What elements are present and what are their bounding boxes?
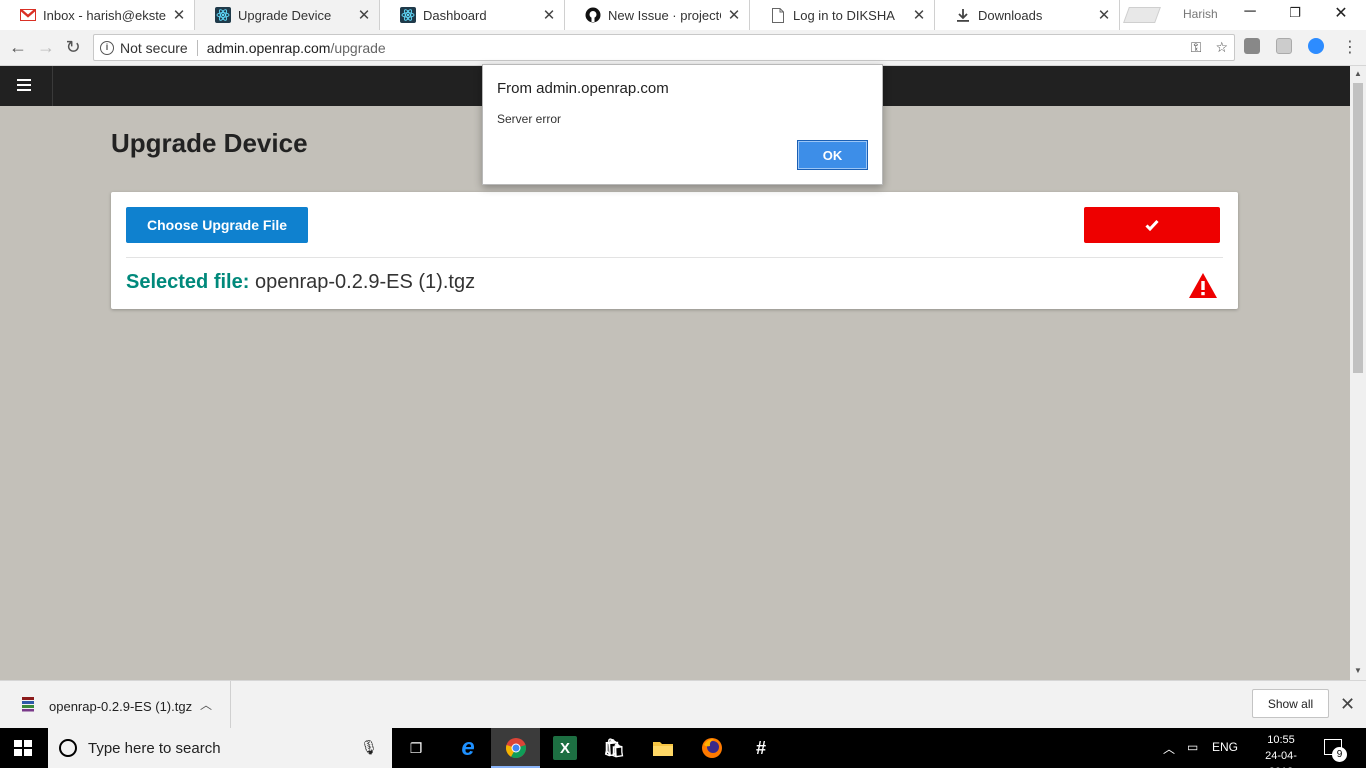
taskbar: Type here to search 🎙︎ ❐ e X 🛍︎ # ︿ ▭ EN… <box>0 728 1366 768</box>
tab-strip: Inbox - harish@ekstep. ✕ Upgrade Device … <box>0 0 1366 30</box>
key-icon[interactable]: ⚿ <box>1191 39 1202 56</box>
clock-date: 24-04-2018 <box>1265 750 1297 768</box>
url-path[interactable]: /upgrade <box>330 40 385 56</box>
chrome-icon[interactable] <box>504 736 528 760</box>
close-window-icon[interactable]: ✕ <box>1331 3 1351 23</box>
clock-time: 10:55 <box>1267 734 1295 746</box>
cortana-icon[interactable] <box>59 739 77 757</box>
reload-icon[interactable]: ↻ <box>63 37 83 58</box>
network-icon[interactable]: ▭ <box>1187 740 1198 754</box>
close-tab-icon[interactable]: ✕ <box>542 6 556 24</box>
grammarly-icon[interactable] <box>1276 38 1292 54</box>
taskbar-search[interactable]: Type here to search 🎙︎ <box>48 728 392 768</box>
dialog-message: Server error <box>497 112 562 126</box>
close-tab-icon[interactable]: ✕ <box>357 6 371 24</box>
close-tab-icon[interactable]: ✕ <box>1097 6 1111 24</box>
card-divider <box>126 257 1223 258</box>
show-all-button[interactable]: Show all <box>1252 689 1329 718</box>
page-scrollbar[interactable]: ▲ ▼ <box>1350 66 1366 680</box>
tab-dashboard[interactable]: Dashboard ✕ <box>380 0 565 30</box>
tab-downloads[interactable]: Downloads ✕ <box>935 0 1120 30</box>
close-tab-icon[interactable]: ✕ <box>172 6 186 24</box>
selected-file-name: openrap-0.2.9-ES (1).tgz <box>254 271 476 293</box>
gmail-icon <box>20 7 36 23</box>
tab-inbox[interactable]: Inbox - harish@ekstep. ✕ <box>0 0 195 30</box>
back-icon[interactable]: ← <box>8 37 28 58</box>
url-host[interactable]: admin.openrap.com <box>207 40 331 56</box>
selected-file-row: Selected file: openrap-0.2.9-ES (1).tgz <box>126 271 475 294</box>
upgrade-card: Choose Upgrade File Selected file: openr… <box>111 192 1238 309</box>
check-icon <box>1145 219 1159 231</box>
microphone-icon[interactable]: 🎙︎ <box>360 739 378 756</box>
scroll-thumb[interactable] <box>1353 83 1363 373</box>
bookmark-star-icon[interactable]: ☆ <box>1215 39 1228 56</box>
close-download-bar-icon[interactable]: ✕ <box>1340 694 1355 715</box>
download-icon <box>955 7 971 23</box>
chevron-up-icon[interactable]: ︿ <box>200 696 212 713</box>
confirm-upgrade-button[interactable] <box>1084 207 1220 243</box>
archive-file-icon <box>22 697 34 712</box>
firefox-icon[interactable] <box>700 736 724 760</box>
search-placeholder: Type here to search <box>88 739 221 757</box>
appbar-divider <box>52 66 53 106</box>
choose-upgrade-file-button[interactable]: Choose Upgrade File <box>126 207 308 243</box>
tab-upgrade-device[interactable]: Upgrade Device ✕ <box>195 0 380 30</box>
edge-icon[interactable]: e <box>456 734 480 761</box>
github-icon <box>585 7 601 23</box>
download-item[interactable]: openrap-0.2.9-ES (1).tgz ︿ <box>0 681 231 728</box>
page-icon <box>770 7 786 23</box>
dialog-ok-button[interactable]: OK <box>797 140 868 170</box>
close-tab-icon[interactable]: ✕ <box>912 6 926 24</box>
scroll-up-icon[interactable]: ▲ <box>1350 69 1366 78</box>
browser-toolbar: ← → ↻ i Not secure admin.openrap.com/upg… <box>0 30 1366 66</box>
forward-icon[interactable]: → <box>36 37 56 58</box>
close-tab-icon[interactable]: ✕ <box>727 6 741 24</box>
slack-icon[interactable]: # <box>749 736 773 760</box>
menu-kebab-icon[interactable]: ⋮ <box>1340 37 1360 57</box>
download-file-name[interactable]: openrap-0.2.9-ES (1).tgz <box>49 699 192 714</box>
taskbar-clock[interactable]: 10:55 24-04-2018 <box>1258 732 1304 768</box>
new-tab-button[interactable] <box>1123 7 1161 23</box>
scroll-down-icon[interactable]: ▼ <box>1350 666 1366 675</box>
info-icon[interactable]: i <box>100 40 114 55</box>
download-bar: openrap-0.2.9-ES (1).tgz ︿ Show all ✕ <box>0 680 1366 728</box>
notification-count-badge: 9 <box>1332 747 1347 762</box>
hamburger-menu-icon[interactable] <box>17 79 31 94</box>
store-icon[interactable]: 🛍︎ <box>602 736 626 760</box>
windows-start-icon[interactable] <box>14 740 32 756</box>
page-title: Upgrade Device <box>111 128 308 158</box>
language-indicator[interactable]: ENG <box>1212 740 1238 754</box>
profile-name[interactable]: Harish <box>1183 7 1218 21</box>
warning-icon <box>1189 273 1217 298</box>
restore-icon[interactable]: ❐ <box>1285 5 1305 21</box>
excel-icon[interactable]: X <box>553 736 577 760</box>
extension-icon[interactable] <box>1244 38 1260 54</box>
selected-file-label: Selected file: <box>126 271 250 293</box>
zoom-extension-icon[interactable] <box>1308 38 1324 54</box>
dialog-title: From admin.openrap.com <box>497 80 669 97</box>
tab-new-issue[interactable]: New Issue · projectOpe ✕ <box>565 0 750 30</box>
security-label[interactable]: Not secure <box>120 40 188 56</box>
omnibox-separator <box>196 39 198 56</box>
react-icon <box>215 7 231 23</box>
tray-chevron-icon[interactable]: ︿ <box>1163 740 1175 757</box>
minimize-icon[interactable]: ─ <box>1240 3 1260 21</box>
file-explorer-icon[interactable] <box>651 736 675 760</box>
react-icon <box>400 7 416 23</box>
address-bar[interactable]: i Not secure admin.openrap.com/upgrade ⚿… <box>93 34 1235 61</box>
task-view-icon[interactable]: ❐ <box>404 736 428 760</box>
tab-diksha[interactable]: Log in to DIKSHA ✕ <box>750 0 935 30</box>
alert-dialog: From admin.openrap.com Server error OK <box>482 64 883 185</box>
